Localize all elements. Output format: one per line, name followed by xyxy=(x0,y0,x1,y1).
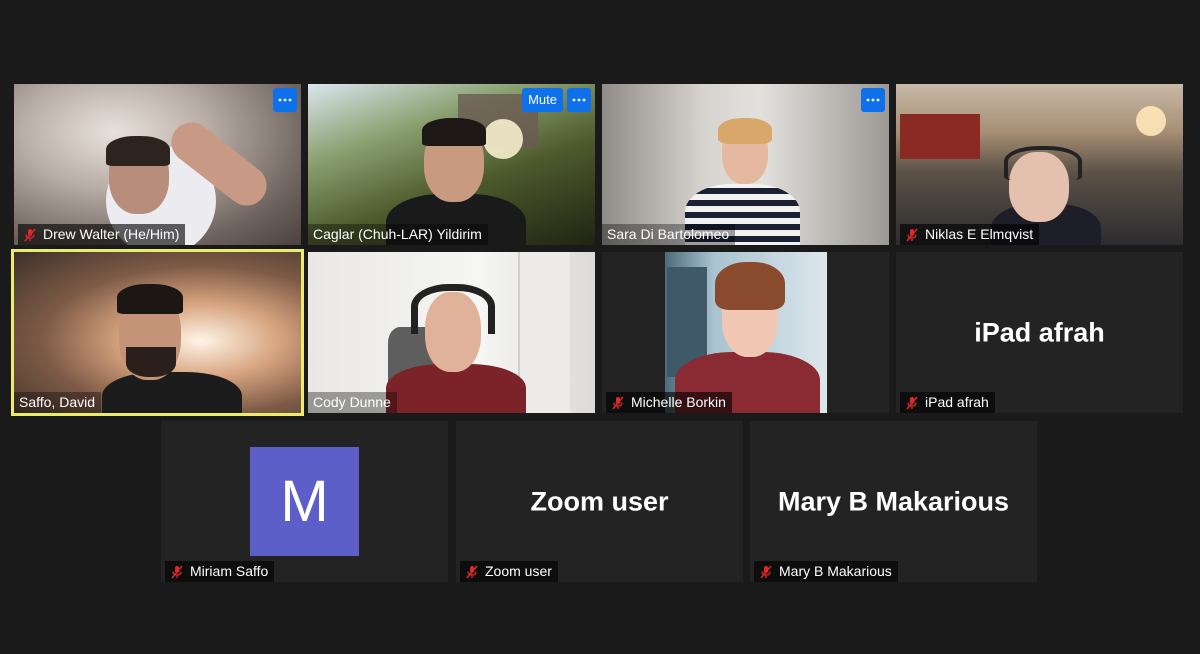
participant-tile[interactable]: M Miriam Saffo xyxy=(161,421,448,582)
participant-name-tag: Niklas E Elmqvist xyxy=(900,224,1040,245)
participant-name: Drew Walter (He/Him) xyxy=(43,226,180,242)
participant-name: Cody Dunne xyxy=(313,394,391,410)
avatar: M xyxy=(250,447,359,556)
more-options-icon xyxy=(572,98,586,102)
participant-video xyxy=(14,84,301,245)
participant-display-name: iPad afrah xyxy=(974,317,1105,347)
participant-name: Zoom user xyxy=(485,563,552,579)
participant-tile[interactable]: Mary B Makarious Mary B Makarious xyxy=(750,421,1037,582)
mute-button[interactable]: Mute xyxy=(522,88,563,112)
mic-muted-icon xyxy=(905,228,919,242)
participant-tile[interactable]: Sara Di Bartolomeo xyxy=(602,84,889,245)
participant-tile[interactable]: iPad afrah iPad afrah xyxy=(896,252,1183,413)
mic-muted-icon xyxy=(170,565,184,579)
participant-name: Caglar (Chuh-LAR) Yildirim xyxy=(313,226,482,242)
participant-name: Sara Di Bartolomeo xyxy=(607,226,730,242)
participant-tile[interactable]: Cody Dunne xyxy=(308,252,595,413)
participant-name: Saffo, David xyxy=(19,394,96,410)
participant-video xyxy=(308,252,595,413)
participant-tile[interactable]: Niklas E Elmqvist xyxy=(896,84,1183,245)
participant-name-tag: Michelle Borkin xyxy=(606,392,732,413)
participant-name-tag: Drew Walter (He/Him) xyxy=(18,224,186,245)
more-options-button[interactable] xyxy=(273,88,297,112)
participant-tile-active-speaker[interactable]: Saffo, David xyxy=(11,249,304,416)
participant-display-name: Zoom user xyxy=(530,486,669,516)
participant-name-tag: iPad afrah xyxy=(900,392,995,413)
participant-video xyxy=(602,252,889,413)
participant-name: Miriam Saffo xyxy=(190,563,269,579)
more-options-button[interactable] xyxy=(861,88,885,112)
participant-video xyxy=(14,252,301,413)
participant-display-name: Mary B Makarious xyxy=(777,486,1010,516)
participant-video xyxy=(602,84,889,245)
participant-video xyxy=(896,84,1183,245)
participant-tile[interactable]: Drew Walter (He/Him) xyxy=(14,84,301,245)
mic-muted-icon xyxy=(465,565,479,579)
more-options-icon xyxy=(278,98,292,102)
more-options-button[interactable] xyxy=(567,88,591,112)
participant-tile[interactable]: Michelle Borkin xyxy=(602,252,889,413)
participant-name: iPad afrah xyxy=(925,394,989,410)
participant-tile[interactable]: Mute Caglar (Chuh-LAR) Yildirim xyxy=(308,84,595,245)
mic-muted-icon xyxy=(611,396,625,410)
mic-muted-icon xyxy=(905,396,919,410)
participant-name-tag: Miriam Saffo xyxy=(165,561,275,582)
mic-muted-icon xyxy=(23,228,37,242)
more-options-icon xyxy=(866,98,880,102)
participant-name-tag: Mary B Makarious xyxy=(754,561,898,582)
participant-name-tag: Caglar (Chuh-LAR) Yildirim xyxy=(308,224,488,245)
participant-name-tag: Sara Di Bartolomeo xyxy=(602,224,736,245)
participant-name-tag: Zoom user xyxy=(460,561,558,582)
participant-tile[interactable]: Zoom user Zoom user xyxy=(456,421,743,582)
participant-name: Mary B Makarious xyxy=(779,563,892,579)
participant-name-tag: Cody Dunne xyxy=(308,392,397,413)
participant-name: Niklas E Elmqvist xyxy=(925,226,1034,242)
mic-muted-icon xyxy=(759,565,773,579)
participant-name: Michelle Borkin xyxy=(631,394,726,410)
participant-name-tag: Saffo, David xyxy=(14,392,102,413)
